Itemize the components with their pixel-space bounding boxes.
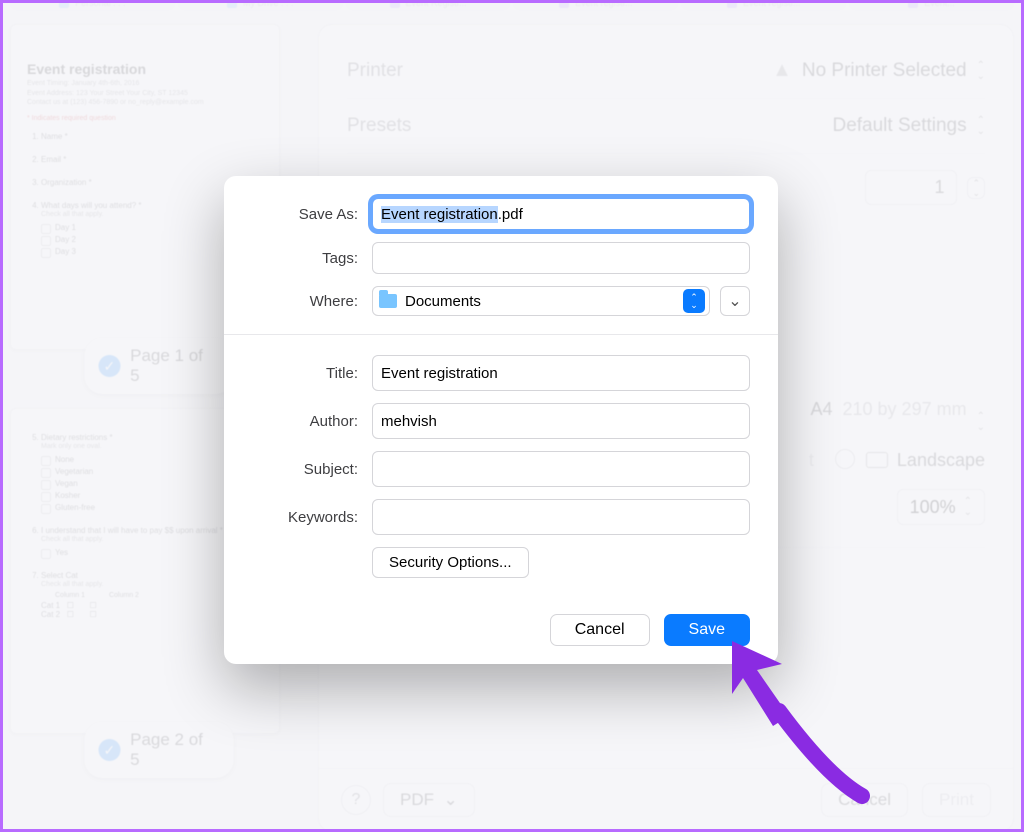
title-field[interactable] xyxy=(372,355,750,391)
chevron-updown-icon: ⌃⌄ xyxy=(683,289,705,313)
save-as-field[interactable]: Event registration.pdf xyxy=(372,198,750,230)
tags-label: Tags: xyxy=(252,250,358,267)
cancel-button[interactable]: Cancel xyxy=(550,614,650,646)
security-options-button[interactable]: Security Options... xyxy=(372,547,529,578)
title-label: Title: xyxy=(252,365,358,382)
where-expand-button[interactable]: ⌄ xyxy=(720,286,750,316)
save-button[interactable]: Save xyxy=(664,614,750,646)
where-label: Where: xyxy=(252,293,358,310)
keywords-field[interactable] xyxy=(372,499,750,535)
save-as-label: Save As: xyxy=(252,206,358,223)
keywords-label: Keywords: xyxy=(252,509,358,526)
author-field[interactable] xyxy=(372,403,750,439)
folder-icon xyxy=(379,294,397,308)
where-selector[interactable]: Documents ⌃⌄ xyxy=(372,286,710,316)
divider xyxy=(224,334,778,335)
author-label: Author: xyxy=(252,413,358,430)
subject-field[interactable] xyxy=(372,451,750,487)
tags-field[interactable] xyxy=(372,242,750,274)
subject-label: Subject: xyxy=(252,461,358,478)
save-pdf-dialog: Save As: Event registration.pdf Tags: Wh… xyxy=(224,176,778,664)
